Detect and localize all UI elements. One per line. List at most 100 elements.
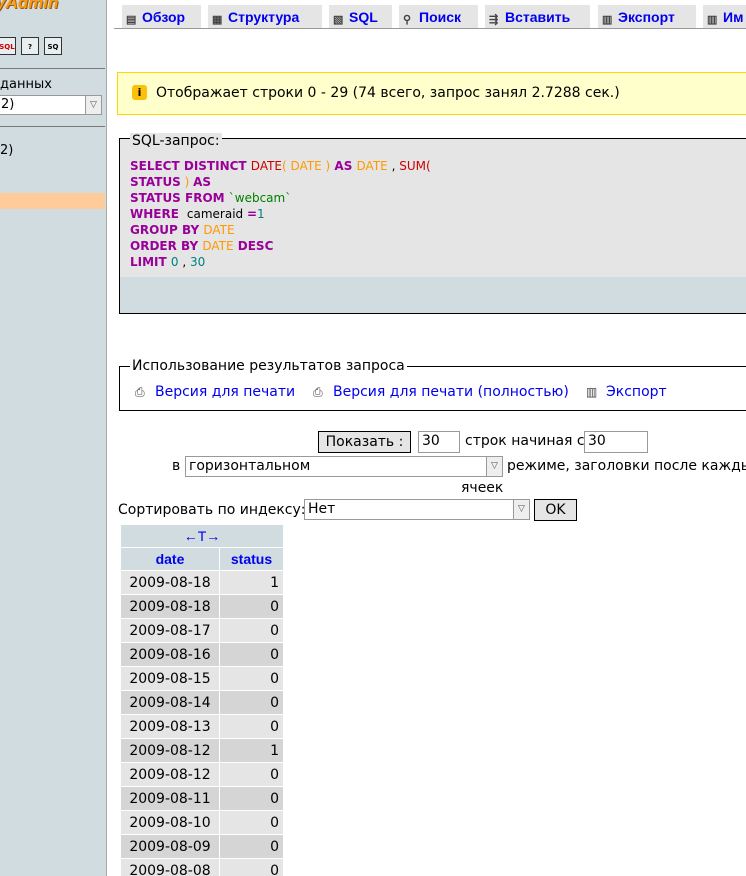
sql-line: WHERE cameraid =1 — [130, 206, 431, 222]
insert-icon: ⇶ — [489, 14, 499, 26]
mode-in-label: в — [172, 458, 181, 474]
show-button[interactable]: Показать : — [318, 431, 411, 453]
table-row[interactable]: 2009-08-13 0 — [121, 715, 283, 738]
tab-import[interactable]: ▥ Им — [703, 5, 746, 29]
sql-token: ORDER BY — [130, 239, 203, 253]
link-label: Версия для печати — [155, 384, 296, 400]
cell-date: 2009-08-12 — [121, 739, 219, 762]
sql-token: = — [246, 207, 258, 221]
sql-token: SELECT DISTINCT — [130, 159, 251, 173]
sort-index-value: Нет — [308, 501, 336, 517]
table-row[interactable]: 2009-08-09 0 — [121, 835, 283, 858]
help-icon[interactable]: ? — [21, 37, 39, 55]
chevron-down-icon[interactable]: ▽ — [486, 457, 502, 476]
sql-line: LIMIT 0 , 30 — [130, 254, 431, 270]
frame-separator[interactable] — [106, 0, 114, 876]
print-view-link[interactable]: ⎙ Версия для печати — [135, 384, 295, 400]
main-frame: ▤ Обзор ▦ Структура ▧ SQL ⚲ Поиск ⇶ Вставить … — [114, 0, 746, 876]
cell-status: 0 — [220, 811, 283, 834]
table-row[interactable]: 2009-08-12 1 — [121, 739, 283, 762]
printer-icon: ⎙ — [135, 385, 145, 399]
sql-token: SUM( — [399, 159, 431, 173]
tab-label: Им — [723, 9, 744, 25]
column-header-date[interactable]: date — [121, 548, 219, 570]
cell-date: 2009-08-09 — [121, 835, 219, 858]
notice-text: Отображает строки 0 - 29 (74 всего, запр… — [156, 85, 620, 101]
info-icon: i — [132, 85, 147, 100]
results-table: ←T→ date status 2009-08-18 1 2009-08-18 0 20… — [120, 524, 284, 876]
export-link[interactable]: ▥ Экспорт — [586, 384, 667, 400]
table-row[interactable]: 2009-08-15 0 — [121, 667, 283, 690]
database-select[interactable]: 2) ▽ — [0, 95, 102, 115]
tab-structure[interactable]: ▦ Структура — [208, 5, 322, 29]
table-row[interactable]: 2009-08-16 0 — [121, 643, 283, 666]
sql-token: ( DATE ) — [282, 159, 331, 173]
chevron-down-icon[interactable]: ▽ — [513, 500, 529, 519]
cell-status: 0 — [220, 787, 283, 810]
cell-status: 0 — [220, 691, 283, 714]
cell-date: 2009-08-10 — [121, 811, 219, 834]
table-row[interactable]: 2009-08-18 1 — [121, 571, 283, 594]
database-select-value: 2) — [1, 97, 15, 112]
column-arrows-icon[interactable]: ←T→ — [121, 525, 283, 547]
column-header-status[interactable]: status — [220, 548, 283, 570]
table-row[interactable]: 2009-08-12 0 — [121, 763, 283, 786]
mode-suffix-label: режиме, заголовки после каждых — [507, 458, 746, 474]
tab-label: Структура — [228, 9, 300, 25]
sql-line: SELECT DISTINCT DATE( DATE ) AS DATE , S… — [130, 158, 431, 174]
phpmyadmin-logo[interactable]: yAdmin — [0, 0, 58, 13]
sort-index-select[interactable]: Нет ▽ — [304, 499, 530, 520]
sql-token: 30 — [189, 255, 206, 269]
table-row[interactable]: 2009-08-18 0 — [121, 595, 283, 618]
cell-status: 0 — [220, 643, 283, 666]
table-row[interactable]: 2009-08-08 0 — [121, 859, 283, 876]
chevron-down-icon[interactable]: ▽ — [85, 96, 101, 114]
database-table-count[interactable]: 2) — [0, 143, 13, 158]
active-table-item[interactable] — [0, 193, 105, 209]
table-row[interactable]: 2009-08-11 0 — [121, 787, 283, 810]
sql-docs-icon[interactable]: SQ — [44, 37, 62, 55]
tab-search[interactable]: ⚲ Поиск — [399, 5, 478, 29]
sql-token: 1 — [257, 207, 265, 221]
cell-date: 2009-08-18 — [121, 595, 219, 618]
print-view-full-link[interactable]: ⎙ Версия для печати (полностью) — [313, 384, 569, 400]
cell-status: 1 — [220, 739, 283, 762]
sql-line: GROUP BY DATE — [130, 222, 431, 238]
tab-export[interactable]: ▥ Экспорт — [598, 5, 696, 29]
table-row[interactable]: 2009-08-14 0 — [121, 691, 283, 714]
sql-token: WHERE — [130, 207, 184, 221]
tab-insert[interactable]: ⇶ Вставить — [485, 5, 590, 29]
sql-query-legend: SQL-запрос: — [130, 133, 222, 149]
result-notice: i Отображает строки 0 - 29 (74 всего, за… — [117, 72, 746, 115]
cell-date: 2009-08-08 — [121, 859, 219, 876]
table-row[interactable]: 2009-08-17 0 — [121, 619, 283, 642]
sql-token: GROUP BY — [130, 223, 204, 237]
sql-query-window-icon[interactable]: SQL — [0, 37, 16, 55]
sql-query-code[interactable]: SELECT DISTINCT DATE( DATE ) AS DATE , S… — [130, 158, 431, 270]
tab-sql[interactable]: ▧ SQL — [329, 5, 392, 29]
structure-icon: ▦ — [212, 14, 223, 26]
cell-status: 1 — [220, 571, 283, 594]
cell-date: 2009-08-12 — [121, 763, 219, 786]
rows-count-input[interactable]: 30 — [418, 431, 460, 453]
tab-browse[interactable]: ▤ Обзор — [122, 5, 201, 29]
display-mode-select[interactable]: горизонтальном ▽ — [185, 456, 503, 477]
sql-query-box: SQL-запрос: SELECT DISTINCT DATE( DATE )… — [119, 133, 746, 278]
browse-icon: ▤ — [126, 14, 137, 26]
cell-status: 0 — [220, 859, 283, 876]
sql-line: STATUS FROM `webcam` — [130, 190, 431, 206]
sql-token: cameraid — [183, 207, 247, 221]
rows-from-label: строк начиная с — [465, 433, 585, 449]
tab-label: Поиск — [419, 9, 462, 25]
sql-token: ) — [180, 175, 194, 189]
sql-token: 0 — [170, 255, 179, 269]
start-row-input[interactable]: 30 — [584, 431, 648, 453]
ok-button[interactable]: OK — [534, 499, 577, 521]
import-icon: ▥ — [707, 14, 718, 26]
database-label: данных — [0, 77, 52, 92]
cell-status: 0 — [220, 595, 283, 618]
query-results-operations: Использование результатов запроса ⎙ Верси… — [119, 358, 746, 411]
sql-token: , — [387, 159, 400, 173]
table-row[interactable]: 2009-08-10 0 — [121, 811, 283, 834]
sql-token: DATE — [203, 223, 235, 237]
